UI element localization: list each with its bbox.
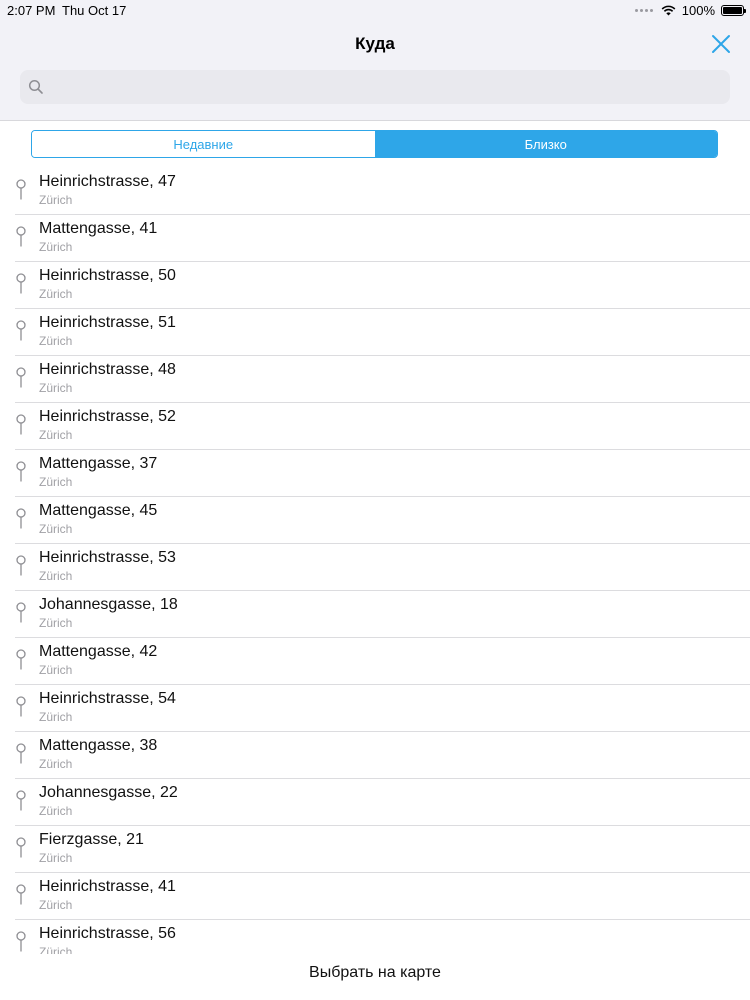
place-title: Heinrichstrasse, 48 — [39, 361, 176, 378]
list-item[interactable]: Heinrichstrasse, 41 Zürich — [15, 873, 750, 920]
place-title: Mattengasse, 37 — [39, 455, 158, 472]
place-title: Heinrichstrasse, 56 — [39, 925, 176, 942]
place-title: Heinrichstrasse, 47 — [39, 173, 176, 190]
pin-icon — [15, 837, 27, 859]
tab-switcher: Недавние Близко — [31, 130, 718, 158]
place-title: Mattengasse, 42 — [39, 643, 158, 660]
battery-icon — [721, 5, 746, 16]
place-city: Zürich — [39, 616, 73, 630]
place-city: Zürich — [39, 663, 73, 677]
list-item[interactable]: Heinrichstrasse, 53 Zürich — [15, 544, 750, 591]
place-city: Zürich — [39, 428, 73, 442]
search-input[interactable] — [52, 70, 726, 106]
place-title: Mattengasse, 41 — [39, 220, 158, 237]
list-item[interactable]: Heinrichstrasse, 52 Zürich — [15, 403, 750, 450]
list-item[interactable]: Mattengasse, 45 Zürich — [15, 497, 750, 544]
search-icon — [28, 79, 43, 94]
list-item[interactable]: Heinrichstrasse, 54 Zürich — [15, 685, 750, 732]
pin-icon — [15, 414, 27, 436]
wifi-icon — [661, 5, 676, 16]
list-item[interactable]: Heinrichstrasse, 51 Zürich — [15, 309, 750, 356]
place-city: Zürich — [39, 710, 73, 724]
header-area: 2:07 PM Thu Oct 17 100% Куда — [0, 0, 750, 121]
place-city: Zürich — [39, 381, 73, 395]
list-item[interactable]: Heinrichstrasse, 48 Zürich — [15, 356, 750, 403]
pin-icon — [15, 461, 27, 483]
status-indicators: 100% — [634, 3, 746, 18]
pin-icon — [15, 508, 27, 530]
pin-icon — [15, 226, 27, 248]
list-item[interactable]: Mattengasse, 42 Zürich — [15, 638, 750, 685]
list-item[interactable]: Johannesgasse, 22 Zürich — [15, 779, 750, 826]
status-bar: 2:07 PM Thu Oct 17 100% — [0, 0, 750, 22]
place-title: Heinrichstrasse, 54 — [39, 690, 176, 707]
place-city: Zürich — [39, 475, 73, 489]
list-item[interactable]: Johannesgasse, 18 Zürich — [15, 591, 750, 638]
battery-percent: 100% — [681, 3, 715, 18]
destination-screen: 2:07 PM Thu Oct 17 100% Куда Недавние Бл… — [0, 0, 750, 1000]
list-item[interactable]: Heinrichstrasse, 56 Zürich — [15, 920, 750, 954]
cellular-signal-icon — [634, 9, 653, 12]
place-city: Zürich — [39, 193, 73, 207]
place-title: Heinrichstrasse, 41 — [39, 878, 176, 895]
list-item[interactable]: Fierzgasse, 21 Zürich — [15, 826, 750, 873]
tab-nearby[interactable]: Близко — [374, 131, 717, 157]
close-icon — [712, 35, 730, 53]
pin-icon — [15, 649, 27, 671]
place-city: Zürich — [39, 804, 73, 818]
place-city: Zürich — [39, 334, 73, 348]
search-field[interactable] — [20, 70, 730, 106]
place-title: Fierzgasse, 21 — [39, 831, 144, 848]
page-title: Куда — [355, 34, 395, 53]
list-item[interactable]: Heinrichstrasse, 50 Zürich — [15, 262, 750, 309]
close-button[interactable] — [710, 33, 732, 55]
place-title: Mattengasse, 45 — [39, 502, 158, 519]
place-title: Johannesgasse, 22 — [39, 784, 178, 801]
status-date: Thu Oct 17 — [62, 3, 127, 18]
place-city: Zürich — [39, 945, 73, 954]
pin-icon — [15, 273, 27, 295]
bottom-bar: Выбрать на карте — [0, 954, 750, 1000]
tab-recent[interactable]: Недавние — [32, 131, 375, 157]
place-title: Heinrichstrasse, 50 — [39, 267, 176, 284]
list-item[interactable]: Mattengasse, 41 Zürich — [15, 215, 750, 262]
place-city: Zürich — [39, 898, 73, 912]
pin-icon — [15, 320, 27, 342]
pin-icon — [15, 743, 27, 765]
list-item[interactable]: Mattengasse, 38 Zürich — [15, 732, 750, 779]
pin-icon — [15, 696, 27, 718]
place-city: Zürich — [39, 287, 73, 301]
list-item[interactable]: Heinrichstrasse, 47 Zürich — [15, 168, 750, 215]
place-city: Zürich — [39, 522, 73, 536]
pin-icon — [15, 790, 27, 812]
place-title: Heinrichstrasse, 52 — [39, 408, 176, 425]
places-list: Heinrichstrasse, 47 Zürich Mattengasse, 41… — [0, 168, 750, 954]
list-item[interactable]: Mattengasse, 37 Zürich — [15, 450, 750, 497]
pin-icon — [15, 367, 27, 389]
pin-icon — [15, 179, 27, 201]
place-city: Zürich — [39, 240, 73, 254]
place-title: Heinrichstrasse, 51 — [39, 314, 176, 331]
place-city: Zürich — [39, 757, 73, 771]
pin-icon — [15, 884, 27, 906]
choose-on-map-button[interactable]: Выбрать на карте — [0, 964, 750, 982]
place-title: Heinrichstrasse, 53 — [39, 549, 176, 566]
place-city: Zürich — [39, 851, 73, 865]
place-title: Johannesgasse, 18 — [39, 596, 178, 613]
pin-icon — [15, 555, 27, 577]
status-time: 2:07 PM — [7, 3, 56, 18]
place-city: Zürich — [39, 569, 73, 583]
pin-icon — [15, 602, 27, 624]
place-title: Mattengasse, 38 — [39, 737, 158, 754]
pin-icon — [15, 931, 27, 953]
